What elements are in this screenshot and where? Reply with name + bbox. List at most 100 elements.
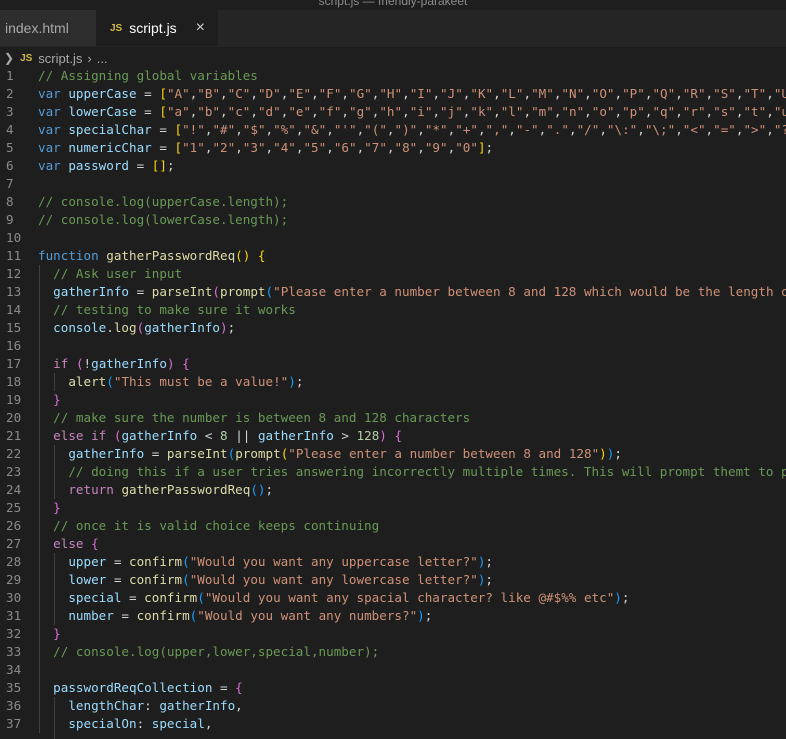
code-line[interactable]: 4 var specialChar = ["!","#","$","%","&",… bbox=[0, 121, 786, 139]
code-line[interactable]: 23 // doing this if a user tries answeri… bbox=[0, 463, 786, 481]
breadcrumb-symbol[interactable]: ... bbox=[97, 51, 108, 66]
code-text: var password = []; bbox=[38, 157, 175, 175]
code-line[interactable]: 1 // Assigning global variables bbox=[0, 67, 786, 85]
code-line[interactable]: 25 } bbox=[0, 499, 786, 517]
code-line[interactable]: 8 // console.log(upperCase.length); bbox=[0, 193, 786, 211]
code-line[interactable]: 12 // Ask user input bbox=[0, 265, 786, 283]
code-token: var bbox=[38, 86, 69, 101]
tab-script-js[interactable]: JS script.js × bbox=[96, 10, 218, 46]
code-token: ) bbox=[166, 356, 175, 371]
code-token: , bbox=[766, 122, 774, 137]
code-token: , bbox=[614, 104, 623, 119]
code-token: ">" bbox=[743, 122, 767, 137]
code-token: "=" bbox=[713, 122, 736, 137]
code-token: "c" bbox=[227, 104, 251, 119]
breadcrumb-file[interactable]: script.js bbox=[38, 51, 82, 66]
code-line[interactable]: 26 // once it is valid choice keeps cont… bbox=[0, 517, 786, 535]
code-line[interactable]: 7 bbox=[0, 175, 786, 193]
code-line[interactable]: 36 lengthChar: gatherInfo, bbox=[0, 697, 786, 715]
code-token: // make sure the number is between 8 and… bbox=[53, 410, 471, 425]
code-token: password bbox=[68, 158, 130, 173]
code-token: "q" bbox=[652, 104, 676, 119]
code-token: "s" bbox=[713, 104, 736, 119]
code-text: alert("This must be a value!"); bbox=[38, 373, 303, 391]
code-line[interactable]: 33 // console.log(upper,lower,special,nu… bbox=[0, 643, 786, 661]
code-token: , bbox=[341, 86, 349, 101]
code-line[interactable]: 6 var password = []; bbox=[0, 157, 786, 175]
code-token: , bbox=[432, 104, 441, 119]
code-token: "l" bbox=[500, 104, 524, 119]
code-line[interactable]: 22 gatherInfo = parseInt(prompt("Please … bbox=[0, 445, 786, 463]
line-number: 14 bbox=[6, 302, 22, 317]
code-token: ( bbox=[212, 284, 221, 299]
code-text: return gatherPasswordReq(); bbox=[38, 481, 273, 499]
code-token: var bbox=[38, 140, 69, 155]
chevron-right-icon[interactable]: ❯ bbox=[4, 51, 14, 65]
code-line[interactable]: 9 // console.log(lowerCase.length); bbox=[0, 211, 786, 229]
code-line[interactable]: 10 bbox=[0, 229, 786, 247]
line-number: 33 bbox=[6, 644, 22, 659]
code-line[interactable]: 19 } bbox=[0, 391, 786, 409]
code-line[interactable]: 15 console.log(gatherInfo); bbox=[0, 319, 786, 337]
code-text: if (!gatherInfo) { bbox=[38, 355, 190, 373]
code-token: else bbox=[53, 536, 84, 551]
code-token: "!" bbox=[182, 122, 205, 137]
code-line[interactable]: 27 else { bbox=[0, 535, 786, 553]
javascript-file-icon: JS bbox=[110, 22, 123, 34]
code-text: var upperCase = ["A","B","C","D","E","F"… bbox=[38, 85, 786, 103]
code-token: // testing to make sure it works bbox=[53, 302, 296, 317]
code-token: , bbox=[220, 86, 228, 101]
code-line[interactable]: 14 // testing to make sure it works bbox=[0, 301, 786, 319]
code-token: "5" bbox=[303, 140, 327, 155]
code-line[interactable]: 30 special = confirm("Would you want any… bbox=[0, 589, 786, 607]
code-line[interactable]: 16 bbox=[0, 337, 786, 355]
code-token: ) bbox=[614, 590, 622, 605]
code-token: "t" bbox=[743, 104, 767, 119]
code-token: "S" bbox=[713, 86, 736, 101]
line-number: 11 bbox=[6, 248, 22, 263]
code-line[interactable]: 18 alert("This must be a value!"); bbox=[0, 373, 786, 391]
code-line[interactable]: 35 passwordReqCollection = { bbox=[0, 679, 786, 697]
code-line[interactable]: 3 var lowerCase = ["a","b","c","d","e","f… bbox=[0, 103, 786, 121]
code-line[interactable]: 21 else if (gatherInfo < 8 || gatherInfo… bbox=[0, 427, 786, 445]
code-editor[interactable]: 1 // Assigning global variables 2 var upper… bbox=[0, 67, 786, 739]
code-line[interactable]: 29 lower = confirm("Would you want any l… bbox=[0, 571, 786, 589]
code-token: "Would you want any lowercase letter?" bbox=[189, 572, 478, 587]
code-token: "\:" bbox=[606, 122, 638, 137]
code-line[interactable]: 37 specialOn: special, bbox=[0, 715, 786, 733]
code-line[interactable]: 24 return gatherPasswordReq(); bbox=[0, 481, 786, 499]
code-line[interactable]: 2 var upperCase = ["A","B","C","D","E","F… bbox=[0, 85, 786, 103]
code-token: gatherInfo bbox=[257, 428, 334, 443]
code-token: passwordReqCollection bbox=[53, 680, 213, 695]
code-token: "e" bbox=[288, 104, 312, 119]
code-line[interactable]: 28 upper = confirm("Would you want any u… bbox=[0, 553, 786, 571]
line-number: 19 bbox=[6, 392, 22, 407]
code-token: parseInt bbox=[166, 446, 228, 461]
code-line[interactable]: 34 bbox=[0, 661, 786, 679]
code-token: "1" bbox=[182, 140, 205, 155]
code-token: [] bbox=[151, 158, 167, 173]
code-token: , bbox=[311, 104, 319, 119]
code-line[interactable]: 11 function gatherPasswordReq() { bbox=[0, 247, 786, 265]
code-line[interactable]: 31 number = confirm("Would you want any … bbox=[0, 607, 786, 625]
code-line[interactable]: 20 // make sure the number is between 8 … bbox=[0, 409, 786, 427]
code-token: , bbox=[493, 86, 501, 101]
code-token: gatherInfo bbox=[144, 320, 221, 335]
code-text: passwordReqCollection = { bbox=[38, 679, 243, 697]
code-line[interactable]: 5 var numericChar = ["1","2","3","4","5",… bbox=[0, 139, 786, 157]
code-token: , bbox=[568, 122, 577, 137]
close-icon[interactable]: × bbox=[196, 19, 205, 37]
code-text: function gatherPasswordReq() { bbox=[38, 247, 266, 265]
code-line[interactable]: 17 if (!gatherInfo) { bbox=[0, 355, 786, 373]
code-line[interactable]: 13 gatherInfo = parseInt(prompt("Please … bbox=[0, 283, 786, 301]
code-text: var numericChar = ["1","2","3","4","5","… bbox=[38, 139, 493, 157]
code-line[interactable]: 32 } bbox=[0, 625, 786, 643]
tab-index-html[interactable]: index.html bbox=[0, 10, 96, 46]
code-text: // make sure the number is between 8 and… bbox=[38, 409, 470, 427]
